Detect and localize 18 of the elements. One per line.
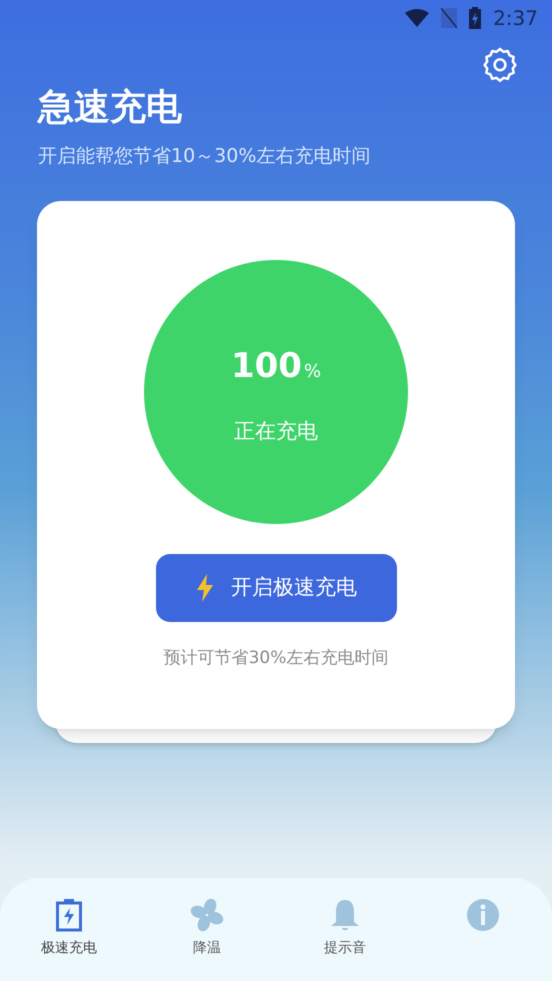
savings-note: 预计可节省30%左右充电时间 [164, 646, 388, 670]
page-subtitle: 开启能帮您节省10～30%左右充电时间 [38, 144, 372, 169]
page-title: 急速充电 [38, 86, 183, 130]
lightning-icon [195, 574, 215, 602]
fan-icon [190, 898, 224, 932]
nav-tab[interactable]: 极速充电 [0, 898, 138, 981]
info-icon [466, 898, 500, 932]
fast-charge-button[interactable]: 开启极速充电 [156, 554, 396, 622]
charge-percent: 100 [230, 345, 302, 388]
battery-icon [55, 898, 83, 932]
percent-unit: % [304, 360, 322, 384]
battery-charging-icon [469, 7, 482, 29]
wifi-icon [405, 9, 430, 27]
status-time: 2:37 [493, 5, 538, 32]
nav-tab[interactable]: 提示音 [276, 898, 414, 981]
nav-tab[interactable]: 降温 [138, 898, 276, 981]
charge-status: 正在充电 [234, 418, 318, 446]
no-sim-icon [441, 8, 458, 28]
